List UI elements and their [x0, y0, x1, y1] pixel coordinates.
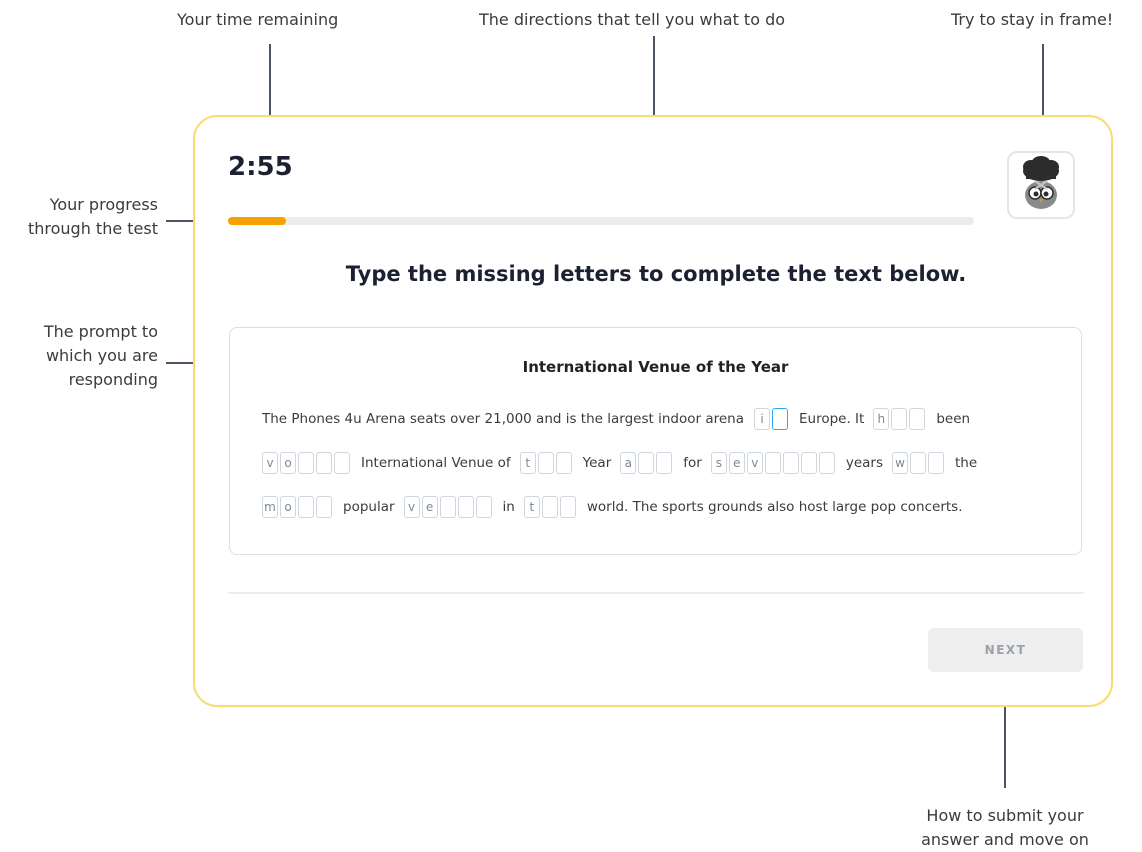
letter-input-cell[interactable] — [316, 496, 332, 518]
letter-input-cell[interactable] — [909, 408, 926, 430]
letter-input-cell[interactable] — [555, 452, 572, 474]
owl-avatar-svg — [1023, 156, 1059, 209]
prompt-text: The Phones 4u Arena seats over 21,000 an… — [262, 411, 744, 427]
letter-hint-cell: a — [620, 452, 637, 474]
letter-input-cell[interactable] — [316, 452, 332, 474]
prompt-text: years — [845, 455, 883, 471]
letter-input-cell[interactable] — [818, 452, 835, 474]
blank-word[interactable]: a — [620, 452, 674, 474]
annotation-progress-line: Your progress — [49, 195, 158, 214]
letter-hint-cell: o — [280, 496, 296, 518]
letter-hint-cell: s — [710, 452, 727, 474]
blank-word[interactable]: sev — [710, 452, 837, 474]
letter-input-cell[interactable] — [559, 496, 576, 518]
prompt-text: Year — [582, 455, 612, 471]
progress-bar — [228, 217, 974, 225]
prompt-text: world. The sports grounds also host larg… — [586, 499, 963, 515]
letter-hint-cell: v — [746, 452, 763, 474]
annotation-progress: Your progress through the test — [0, 193, 158, 241]
prompt-text: Europe. It — [799, 411, 865, 427]
letter-input-cell[interactable] — [800, 452, 817, 474]
letter-input-cell[interactable] — [439, 496, 456, 518]
letter-input-cell[interactable] — [891, 408, 908, 430]
annotation-time-remaining: Your time remaining — [177, 10, 339, 29]
letter-input-cell[interactable] — [772, 408, 788, 430]
annotation-prompt-line: responding — [68, 370, 158, 389]
letter-input-cell[interactable] — [475, 496, 492, 518]
letter-input-cell[interactable] — [909, 452, 926, 474]
blank-word[interactable]: vo — [262, 452, 352, 474]
timer: 2:55 — [228, 152, 293, 182]
prompt-line-1: The Phones 4u Arena seats over 21,000 an… — [262, 408, 979, 430]
prompt-title: International Venue of the Year — [522, 358, 789, 376]
blank-word[interactable]: ve — [403, 496, 494, 518]
blank-word[interactable]: w — [891, 452, 946, 474]
letter-input-cell[interactable] — [927, 452, 944, 474]
letter-hint-cell: o — [280, 452, 296, 474]
blank-word[interactable]: t — [523, 496, 578, 518]
letter-input-cell[interactable] — [656, 452, 673, 474]
directions-heading: Type the missing letters to complete the… — [345, 262, 967, 286]
annotation-submit: How to submit your answer and move on — [900, 804, 1110, 852]
blank-word[interactable]: t — [519, 452, 574, 474]
divider — [228, 592, 1084, 594]
letter-hint-cell: h — [873, 408, 890, 430]
letter-hint-cell: t — [519, 452, 536, 474]
letter-hint-cell: e — [728, 452, 745, 474]
letter-hint-cell: m — [262, 496, 278, 518]
letter-input-cell[interactable] — [537, 452, 554, 474]
prompt-text: for — [683, 455, 702, 471]
blank-word[interactable]: mo — [262, 496, 334, 518]
prompt-card: International Venue of the Year The Phon… — [229, 327, 1082, 555]
letter-input-cell[interactable] — [334, 452, 350, 474]
prompt-line-2: vo International Venue of t Year a for s… — [262, 452, 986, 474]
letter-input-cell[interactable] — [764, 452, 781, 474]
letter-input-cell[interactable] — [541, 496, 558, 518]
annotation-submit-line: How to submit your — [926, 806, 1084, 825]
letter-input-cell[interactable] — [782, 452, 799, 474]
prompt-text: in — [502, 499, 515, 515]
letter-hint-cell: i — [754, 408, 770, 430]
prompt-text: popular — [343, 499, 395, 515]
annotation-stay-in-frame: Try to stay in frame! — [951, 10, 1114, 29]
annotation-submit-line: answer and move on — [921, 830, 1089, 849]
letter-input-cell[interactable] — [457, 496, 474, 518]
letter-hint-cell: t — [523, 496, 540, 518]
prompt-text: been — [936, 411, 971, 427]
annotation-directions: The directions that tell you what to do — [479, 10, 786, 29]
blank-word[interactable]: i — [754, 408, 790, 430]
prompt-text: International Venue of — [361, 455, 511, 471]
letter-hint-cell: v — [262, 452, 278, 474]
annotation-progress-line: through the test — [27, 219, 158, 238]
letter-hint-cell: v — [403, 496, 420, 518]
letter-input-cell[interactable] — [638, 452, 655, 474]
letter-input-cell[interactable] — [298, 452, 314, 474]
prompt-line-3: mo popular ve in t world. The sports gro… — [262, 496, 971, 518]
annotation-prompt-line: The prompt to — [43, 322, 158, 341]
owl-avatar-icon — [1007, 151, 1075, 219]
letter-input-cell[interactable] — [298, 496, 314, 518]
progress-fill — [228, 217, 287, 225]
next-button[interactable]: NEXT — [928, 628, 1083, 672]
prompt-text: the — [954, 455, 978, 471]
annotation-prompt: The prompt to which you are responding — [0, 320, 158, 392]
letter-hint-cell: w — [891, 452, 908, 474]
annotation-prompt-line: which you are — [45, 346, 158, 365]
blank-word[interactable]: h — [873, 408, 927, 430]
letter-hint-cell: e — [421, 496, 438, 518]
